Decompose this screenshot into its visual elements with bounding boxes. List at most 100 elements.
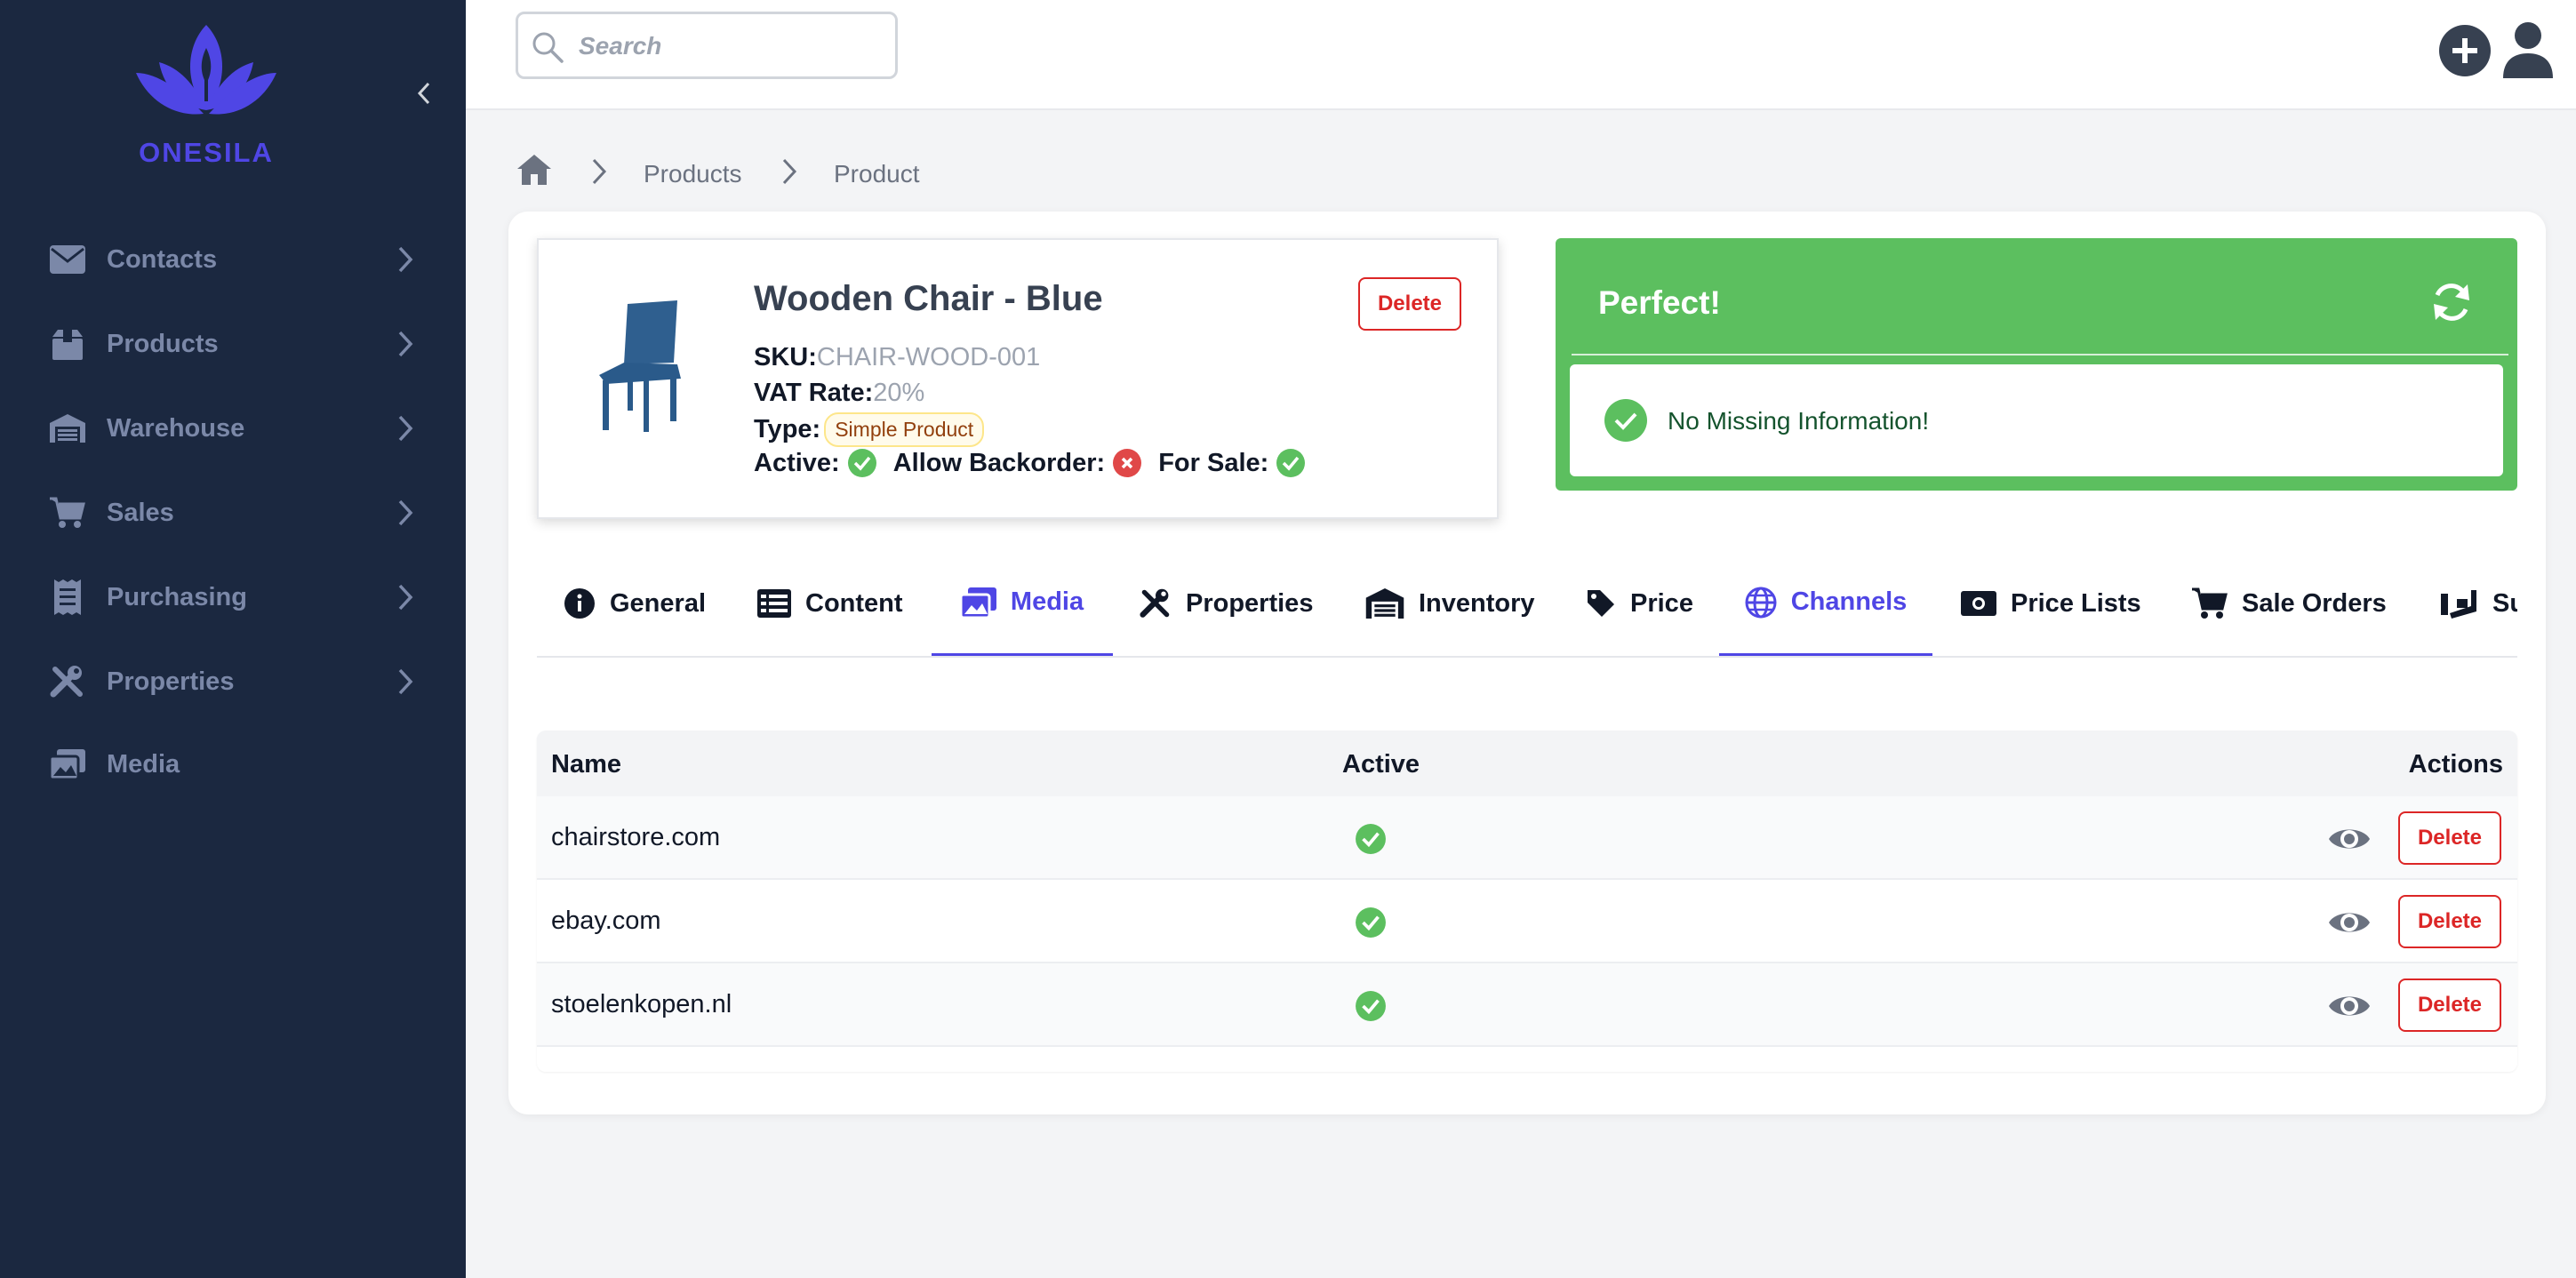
tab-properties[interactable]: Properties — [1140, 551, 1313, 656]
chevron-right-icon — [398, 584, 413, 611]
sidebar-item-label: Products — [107, 329, 219, 358]
tab-price-lists[interactable]: Price Lists — [1961, 551, 2141, 656]
chevron-right-icon — [398, 331, 413, 357]
sidebar-item-warehouse[interactable]: Warehouse — [0, 402, 466, 455]
sidebar-item-label: Properties — [107, 667, 235, 696]
view-eye-icon[interactable] — [2327, 823, 2372, 855]
sidebar-item-label: Purchasing — [107, 582, 247, 611]
for-sale-label: For Sale: — [1158, 448, 1269, 477]
flags-row: Active: Allow Backorder: For Sale: — [754, 448, 1322, 478]
images-icon — [50, 747, 85, 782]
tab-media[interactable]: Media — [932, 551, 1113, 656]
product-summary-card: Wooden Chair - Blue Delete SKU: CHAIR-WO… — [537, 238, 1499, 519]
chevron-right-icon — [398, 246, 413, 273]
column-header-active[interactable]: Active — [1342, 750, 1420, 779]
sidebar-item-purchasing[interactable]: Purchasing — [0, 571, 466, 624]
breadcrumb-current: Product — [834, 160, 920, 188]
tab-suppliers[interactable]: Su — [2441, 551, 2517, 656]
collapse-sidebar-icon[interactable] — [411, 78, 437, 108]
vat-label: VAT Rate: — [754, 379, 874, 407]
envelope-icon — [50, 242, 85, 277]
globe-icon — [1745, 587, 1777, 619]
column-header-name[interactable]: Name — [551, 750, 621, 779]
product-tabs: General Content Media Properties Invento… — [537, 551, 2517, 658]
view-eye-icon[interactable] — [2327, 990, 2372, 1022]
sidebar-item-properties[interactable]: Properties — [0, 655, 466, 708]
tab-label: Inventory — [1419, 588, 1535, 618]
type-label: Type: — [754, 415, 821, 443]
tab-channels[interactable]: Channels — [1719, 551, 1932, 656]
breadcrumb-products-link[interactable]: Products — [644, 160, 742, 188]
sidebar-item-label: Media — [107, 749, 180, 779]
app-name: ONESILA — [139, 137, 274, 168]
chevron-right-icon — [398, 415, 413, 442]
x-circle-icon — [1113, 449, 1142, 477]
tab-label: General — [610, 588, 706, 618]
backorder-label: Allow Backorder: — [892, 448, 1106, 477]
delete-channel-button[interactable]: Delete — [2398, 811, 2501, 865]
sku-row: SKU: CHAIR-WOOD-001 — [754, 343, 1040, 372]
box-icon — [50, 326, 85, 362]
tools-icon — [1140, 587, 1172, 619]
tab-label: Sale Orders — [2242, 588, 2387, 618]
column-header-actions: Actions — [2408, 750, 2503, 779]
tab-general[interactable]: General — [564, 551, 706, 656]
check-circle-icon — [1604, 399, 1647, 442]
search-icon — [532, 32, 564, 63]
warehouse-icon — [1365, 588, 1404, 619]
delete-product-button[interactable]: Delete — [1358, 277, 1461, 331]
tab-label: Price Lists — [2011, 588, 2141, 618]
sidebar-item-media[interactable]: Media — [0, 738, 466, 791]
check-circle-icon — [1276, 449, 1306, 477]
sidebar-item-label: Contacts — [107, 244, 218, 274]
images-icon — [960, 587, 996, 618]
chevron-right-icon — [398, 499, 413, 526]
tab-label: Su — [2492, 588, 2517, 618]
user-menu-button[interactable] — [2501, 21, 2555, 78]
channel-name: chairstore.com — [551, 823, 721, 851]
search-box[interactable] — [516, 12, 898, 79]
channel-name: stoelenkopen.nl — [551, 990, 732, 1018]
check-circle-icon — [1356, 991, 1386, 1021]
channels-table: Name Active Actions chairstore.com Delet… — [537, 731, 2517, 1072]
home-icon[interactable] — [516, 153, 553, 187]
list-icon — [757, 589, 791, 618]
divider — [1572, 354, 2508, 355]
completeness-status-card: Perfect! No Missing Information! — [1556, 238, 2517, 491]
table-row: chairstore.com Delete — [537, 796, 2517, 880]
sidebar-item-label: Sales — [107, 498, 174, 527]
sku-value: CHAIR-WOOD-001 — [816, 343, 1041, 371]
sidebar-item-products[interactable]: Products — [0, 317, 466, 371]
sku-label: SKU: — [754, 343, 817, 371]
refresh-icon[interactable] — [2428, 279, 2475, 325]
delete-channel-button[interactable]: Delete — [2398, 895, 2501, 948]
sidebar-item-label: Warehouse — [107, 413, 245, 443]
active-label: Active: — [754, 448, 840, 477]
status-title: Perfect! — [1598, 284, 1721, 321]
sidebar-item-contacts[interactable]: Contacts — [0, 233, 466, 286]
tab-label: Media — [1010, 587, 1084, 616]
sidebar-item-sales[interactable]: Sales — [0, 486, 466, 539]
cart-icon — [2192, 587, 2228, 619]
warehouse-icon — [50, 411, 85, 446]
product-image[interactable] — [592, 299, 692, 432]
tab-price[interactable]: Price — [1586, 551, 1693, 656]
tab-label: Properties — [1186, 588, 1314, 618]
tab-label: Channels — [1790, 587, 1908, 616]
delete-channel-button[interactable]: Delete — [2398, 978, 2501, 1032]
vat-row: VAT Rate: 20% — [754, 379, 924, 408]
check-circle-icon — [847, 449, 876, 477]
view-eye-icon[interactable] — [2327, 907, 2372, 939]
channel-name: ebay.com — [551, 907, 661, 935]
table-row: stoelenkopen.nl Delete — [537, 963, 2517, 1047]
app-logo[interactable]: ONESILA — [132, 21, 281, 169]
add-button[interactable] — [2439, 25, 2491, 76]
money-icon — [1961, 591, 1996, 616]
tag-icon — [1586, 588, 1616, 619]
search-input[interactable] — [579, 27, 881, 66]
tab-inventory[interactable]: Inventory — [1365, 551, 1535, 656]
receipt-icon — [50, 579, 85, 615]
tab-content[interactable]: Content — [757, 551, 903, 656]
tab-sale-orders[interactable]: Sale Orders — [2192, 551, 2387, 656]
chevron-right-icon — [592, 158, 607, 185]
